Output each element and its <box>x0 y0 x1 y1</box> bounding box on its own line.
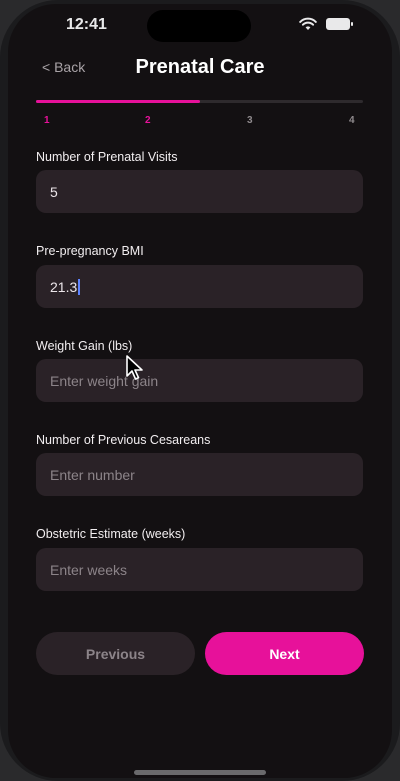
step-3: 3 <box>247 115 253 126</box>
home-indicator <box>134 770 266 775</box>
cesareans-label: Number of Previous Cesareans <box>36 433 211 447</box>
obstetric-estimate-input[interactable]: Enter weeks <box>36 548 363 591</box>
obstetric-estimate-label: Obstetric Estimate (weeks) <box>36 527 186 541</box>
prenatal-visits-value: 5 <box>50 183 58 200</box>
next-button[interactable]: Next <box>205 632 364 675</box>
mouse-pointer-icon <box>126 355 143 380</box>
prenatal-visits-input[interactable]: 5 <box>36 170 363 213</box>
prenatal-visits-label: Number of Prenatal Visits <box>36 150 178 164</box>
step-2: 2 <box>145 115 151 126</box>
battery-icon <box>326 18 353 30</box>
cesareans-input[interactable]: Enter number <box>36 453 363 496</box>
wifi-icon <box>299 17 317 30</box>
cesareans-placeholder: Enter number <box>50 466 135 483</box>
dynamic-island <box>147 10 251 42</box>
progress-fill <box>36 100 200 103</box>
app-screen: 12:41 < Back Prenatal Care 1 2 3 4 Numbe… <box>8 4 392 778</box>
device-frame: 12:41 < Back Prenatal Care 1 2 3 4 Numbe… <box>0 0 400 781</box>
previous-button[interactable]: Previous <box>36 632 195 675</box>
step-4: 4 <box>349 115 355 126</box>
obstetric-estimate-placeholder: Enter weeks <box>50 561 128 578</box>
bmi-value: 21.3 <box>50 278 78 295</box>
page-title: Prenatal Care <box>135 56 265 78</box>
weight-gain-label: Weight Gain (lbs) <box>36 339 133 353</box>
bmi-label: Pre-pregnancy BMI <box>36 244 144 258</box>
text-caret <box>78 278 81 295</box>
step-1: 1 <box>44 115 50 126</box>
progress-bar <box>36 100 363 103</box>
bmi-input[interactable]: 21.3 <box>36 265 363 308</box>
status-time: 12:41 <box>66 16 107 33</box>
weight-gain-input[interactable]: Enter weight gain <box>36 359 363 402</box>
